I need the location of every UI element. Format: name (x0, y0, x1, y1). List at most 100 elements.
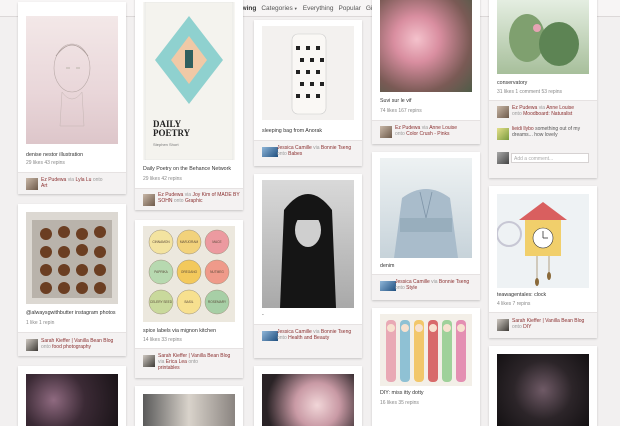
via-link[interactable]: Lyla Lu (75, 177, 91, 183)
pin-image[interactable]: CINNAMON MARJORAM MACE PAPRIKA OREGANO NUTMEG… (143, 226, 235, 322)
pin-poetry[interactable]: DAILY POETRY Stephen Short Daily Poetry … (135, 0, 243, 210)
avatar[interactable] (26, 339, 38, 351)
onto-label: onto (188, 359, 199, 365)
cookies-tray-image (32, 220, 112, 298)
pin-portrait[interactable]: - Jessica Camille via Bonnie Tseng onto H… (254, 174, 362, 358)
pin-stats: 29 likes 42 repins (143, 176, 182, 182)
pin-dolls[interactable]: DIY: miss itty dotty 16 likes 35 repins (372, 308, 480, 426)
nav-categories[interactable]: Categories▼ (261, 5, 297, 12)
spice-label-text: MACE (212, 240, 221, 244)
pin-denise[interactable]: denise nestor illustration 29 likes 43 r… (18, 2, 126, 194)
pin-dark-still-life[interactable] (489, 346, 597, 426)
board-link[interactable]: Babes (288, 151, 302, 157)
spice-label-text: BASIL (184, 300, 193, 304)
pin-image[interactable] (380, 0, 472, 92)
pin-image[interactable] (380, 158, 472, 258)
spice-label-text: NUTMEG (210, 270, 224, 274)
cuckoo-clock-image (496, 202, 567, 286)
pin-description: conservatory (497, 80, 528, 86)
pin-image[interactable] (26, 212, 118, 304)
avatar[interactable] (497, 106, 509, 118)
pin-description: sleeping bag from Anorak (262, 128, 323, 134)
via-link[interactable]: Bonnie Tseng (321, 145, 351, 151)
pin-image[interactable] (497, 0, 589, 74)
poster-subtitle: Stephen Short (153, 142, 179, 147)
board-link[interactable]: food photography (52, 344, 91, 350)
pin-description: spice labels via mignon kitchen (143, 328, 217, 334)
pin-blurry-portrait[interactable] (135, 386, 243, 426)
avatar[interactable] (497, 152, 509, 164)
attribution-text: Sarah Kieffer | Vanilla Bean Blog onto fo… (41, 338, 123, 350)
avatar[interactable] (497, 319, 509, 331)
pin-attribution: Ez Pudewa via Joy Kim of MADE BY SOHN on… (135, 188, 243, 210)
onto-label: onto (277, 335, 287, 341)
pin-image[interactable] (497, 354, 589, 426)
onto-label: onto (92, 177, 103, 183)
pin-attribution: Ez Pudewa via Lyla Lu onto Art (18, 172, 126, 194)
pin-image[interactable] (262, 180, 354, 308)
spice-label-text: CELERY SEED (150, 300, 173, 304)
onto-label: onto (512, 111, 522, 117)
pin-spice[interactable]: CINNAMON MARJORAM MACE PAPRIKA OREGANO NUTMEG… (135, 220, 243, 378)
avatar[interactable] (143, 355, 155, 367)
onto-label: onto (173, 198, 184, 204)
pin-image[interactable] (26, 374, 118, 426)
pin-peonies[interactable] (254, 366, 362, 426)
pin-sleeping-bag[interactable]: sleeping bag from Anorak Jessica Camille… (254, 20, 362, 166)
spice-labels-image: CINNAMON MARJORAM MACE PAPRIKA OREGANO NUTMEG… (148, 229, 230, 315)
spice-label-text: MARJORAM (180, 240, 199, 244)
nav-popular[interactable]: Popular (338, 5, 360, 12)
attribution-text: Ez Pudewa via Anne Louise onto Color Crus… (395, 125, 477, 137)
pin-description: denise nestor illustration (26, 152, 84, 158)
pin-flowers-dark[interactable] (18, 366, 126, 426)
sketch-portrait-image (53, 43, 91, 127)
pin-image[interactable] (143, 394, 235, 426)
pin-attribution: Jessica Camille via Bonnie Tseng onto Sty… (372, 274, 480, 300)
pin-cookies[interactable]: @alwaysgwithbutter instagram photos 1 li… (18, 204, 126, 356)
onto-label: onto (512, 324, 522, 330)
pin-clock[interactable]: teawagentales: clock 4 likes 7 repins Sa… (489, 186, 597, 338)
spice-label-text: PAPRIKA (154, 270, 168, 274)
avatar[interactable] (497, 128, 509, 140)
pin-image[interactable] (262, 26, 354, 120)
avatar[interactable] (143, 194, 155, 206)
pin-image[interactable] (262, 374, 354, 426)
via-link[interactable]: Bonnie Tseng (439, 279, 469, 285)
pin-conservatory[interactable]: conservatory 31 likes 1 comment 53 repin… (489, 0, 597, 178)
board-link[interactable]: printables (158, 365, 180, 371)
denim-shirt-image (394, 189, 458, 258)
pin-description: @alwaysgwithbutter instagram photos (26, 310, 116, 316)
pin-attribution: Sarah Kieffer | Vanilla Bean Blog onto DI… (489, 312, 597, 338)
nav-everything[interactable]: Everything (303, 5, 334, 12)
attribution-text: Ez Pudewa via Lyla Lu onto Art (41, 177, 123, 189)
board-link[interactable]: Graphic (185, 198, 203, 204)
pin-image[interactable]: DAILY POETRY Stephen Short (143, 1, 235, 161)
conservatory-plants-image (509, 14, 579, 66)
pin-image[interactable] (380, 314, 472, 386)
avatar[interactable] (26, 178, 38, 190)
pin-stats: 16 likes 35 repins (380, 400, 419, 406)
board-link[interactable]: DIY (523, 324, 531, 330)
spice-label-text: OREGANO (181, 270, 198, 274)
avatar[interactable] (262, 331, 278, 341)
avatar[interactable] (380, 126, 392, 138)
pin-description: teawagentales: clock (497, 292, 547, 298)
board-link[interactable]: Color Crush - Pinks (406, 131, 449, 137)
pin-attribution: Sarah Kieffer | Vanilla Bean Blog onto fo… (18, 332, 126, 356)
via-label: via (67, 177, 75, 183)
nav-categories-label: Categories (261, 4, 293, 12)
pin-image[interactable] (26, 16, 118, 144)
board-link[interactable]: Style (406, 285, 417, 291)
avatar[interactable] (262, 147, 278, 157)
woman-portrait-image (280, 194, 336, 308)
category-nav: Following Categories▼ Everything Popular… (226, 0, 384, 16)
add-comment-input[interactable]: Add a comment... (511, 153, 589, 163)
pin-image[interactable] (496, 194, 589, 288)
chevron-down-icon: ▼ (293, 5, 298, 11)
pin-roses[interactable]: Suvi sur le vif 74 likes 167 repins Ez P… (372, 0, 480, 144)
pin-denim[interactable]: denim Jessica Camille via Bonnie Tseng on… (372, 152, 480, 300)
board-link[interactable]: Health and Beauty (288, 335, 329, 341)
avatar[interactable] (380, 281, 396, 291)
board-link[interactable]: Moodboard: Naturalist (523, 111, 572, 117)
board-link[interactable]: Art (41, 183, 47, 189)
